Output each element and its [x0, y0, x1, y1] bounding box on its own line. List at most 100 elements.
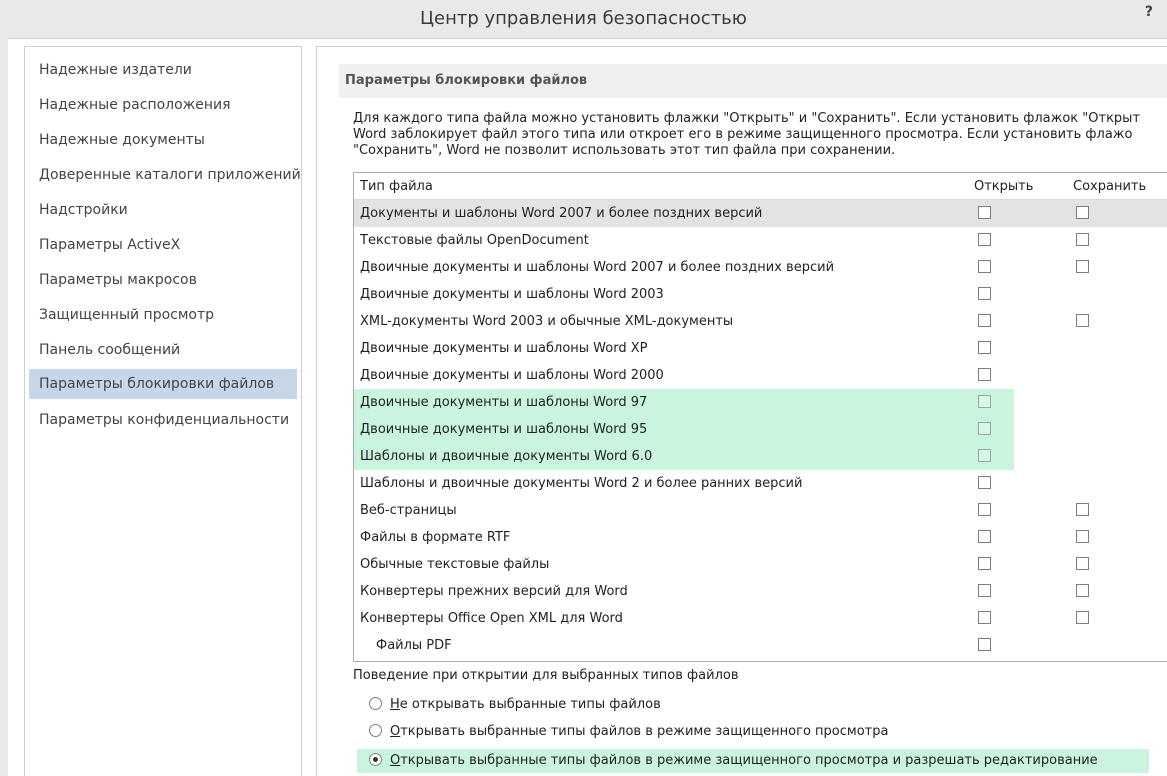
table-row[interactable]: Обычные текстовые файлы [354, 551, 1167, 578]
radio-do-not-open[interactable]: Не открывать выбранные типы файлов [369, 693, 661, 717]
radio-label: ткрывать выбранные типы файлов в режиме … [400, 724, 889, 739]
file-type-name: Двоичные документы и шаблоны Word 2000 [360, 368, 664, 383]
file-type-name: Конвертеры Office Open XML для Word [360, 611, 623, 626]
open-checkbox[interactable] [978, 233, 991, 246]
save-checkbox[interactable] [1076, 503, 1089, 516]
open-checkbox[interactable] [978, 206, 991, 219]
description: Для каждого типа файла можно установить … [353, 111, 1167, 159]
save-checkbox[interactable] [1076, 206, 1089, 219]
save-checkbox[interactable] [1076, 260, 1089, 273]
radio-button[interactable] [369, 753, 382, 766]
sidebar-item-message-bar[interactable]: Панель сообщений [29, 335, 297, 365]
description-line: Для каждого типа файла можно установить … [353, 111, 1141, 126]
file-type-name: Файлы в формате RTF [360, 530, 511, 545]
sidebar-item-activex[interactable]: Параметры ActiveX [29, 230, 297, 260]
sidebar-item-trusted-app-catalogs[interactable]: Доверенные каталоги приложений [29, 160, 301, 190]
save-checkbox[interactable] [1076, 530, 1089, 543]
sidebar-item-macros[interactable]: Параметры макросов [29, 265, 297, 295]
radio-open-protected-view-allow-editing[interactable]: Открывать выбранные типы файлов в режиме… [357, 749, 1149, 773]
window-title: Центр управления безопасностью [420, 8, 747, 29]
save-checkbox[interactable] [1076, 557, 1089, 570]
table-row[interactable]: Двоичные документы и шаблоны Word 2007 и… [354, 254, 1167, 281]
file-type-name: Веб-страницы [360, 503, 457, 518]
sidebar-item-file-block[interactable]: Параметры блокировки файлов [29, 369, 297, 399]
radio-open-protected-view[interactable]: Открывать выбранные типы файлов в режиме… [369, 720, 888, 744]
table-row[interactable]: Конвертеры Office Open XML для Word [354, 605, 1167, 632]
open-checkbox[interactable] [978, 341, 991, 354]
sidebar: Надежные издатели Надежные расположения … [24, 46, 302, 776]
open-checkbox[interactable] [978, 260, 991, 273]
radio-label: е открывать выбранные типы файлов [399, 697, 661, 712]
radio-accesskey: О [390, 753, 401, 768]
file-type-name: XML-документы Word 2003 и обычные XML-до… [360, 314, 734, 329]
table-row[interactable]: XML-документы Word 2003 и обычные XML-до… [354, 308, 1167, 335]
radio-button[interactable] [369, 697, 382, 710]
open-checkbox[interactable] [978, 395, 991, 408]
column-header-open: Открыть [974, 179, 1034, 194]
table-row[interactable]: Двоичные документы и шаблоны Word 97 [354, 389, 1014, 416]
open-checkbox[interactable] [978, 638, 991, 651]
file-type-name: Двоичные документы и шаблоны Word 2003 [360, 287, 664, 302]
open-checkbox[interactable] [978, 503, 991, 516]
file-type-name: Шаблоны и двоичные документы Word 6.0 [360, 449, 653, 464]
file-type-name: Текстовые файлы OpenDocument [360, 233, 589, 248]
open-checkbox[interactable] [978, 584, 991, 597]
table-row[interactable]: Документы и шаблоны Word 2007 и более по… [354, 200, 1167, 227]
table-header: Тип файла Открыть Сохранить [354, 173, 1167, 200]
open-checkbox[interactable] [978, 287, 991, 300]
content-panel: Параметры блокировки файлов Для каждого … [316, 46, 1167, 776]
help-button[interactable]: ? [1145, 4, 1153, 20]
table-row[interactable]: Шаблоны и двоичные документы Word 6.0 [354, 443, 1014, 470]
open-checkbox[interactable] [978, 530, 991, 543]
file-type-name: Шаблоны и двоичные документы Word 2 и бо… [360, 476, 803, 491]
save-checkbox[interactable] [1076, 314, 1089, 327]
file-type-name: Двоичные документы и шаблоны Word XP [360, 341, 648, 356]
table-row[interactable]: Файлы в формате RTF [354, 524, 1167, 551]
title-bar: Центр управления безопасностью ? [0, 0, 1167, 39]
table-row[interactable]: Файлы PDF [354, 632, 1167, 659]
open-checkbox[interactable] [978, 314, 991, 327]
radio-button[interactable] [369, 724, 382, 737]
column-header-type: Тип файла [360, 179, 433, 194]
file-type-name: Обычные текстовые файлы [360, 557, 550, 572]
table-row[interactable]: Двоичные документы и шаблоны Word 2003 [354, 281, 1167, 308]
radio-accesskey: О [390, 724, 401, 739]
radio-label: ткрывать выбранные типы файлов в режиме … [400, 753, 1098, 768]
radio-accesskey: Н [390, 697, 400, 712]
window-frame-left [0, 38, 8, 776]
file-type-name: Файлы PDF [376, 638, 452, 653]
table-row[interactable]: Конвертеры прежних версий для Word [354, 578, 1167, 605]
save-checkbox[interactable] [1076, 611, 1089, 624]
sidebar-item-trusted-publishers[interactable]: Надежные издатели [29, 55, 297, 85]
section-title: Параметры блокировки файлов [339, 64, 1167, 98]
file-type-name: Документы и шаблоны Word 2007 и более по… [360, 206, 763, 221]
file-type-name: Двоичные документы и шаблоны Word 2007 и… [360, 260, 835, 275]
table-row[interactable]: Двоичные документы и шаблоны Word 95 [354, 416, 1014, 443]
open-checkbox[interactable] [978, 476, 991, 489]
open-checkbox[interactable] [978, 368, 991, 381]
description-line: "Сохранить", Word не позволит использова… [353, 143, 896, 158]
sidebar-item-trusted-locations[interactable]: Надежные расположения [29, 90, 297, 120]
open-checkbox[interactable] [978, 449, 991, 462]
table-row[interactable]: Двоичные документы и шаблоны Word 2000 [354, 362, 1167, 389]
file-type-name: Двоичные документы и шаблоны Word 97 [360, 395, 648, 410]
open-checkbox[interactable] [978, 422, 991, 435]
sidebar-item-addins[interactable]: Надстройки [29, 195, 297, 225]
save-checkbox[interactable] [1076, 233, 1089, 246]
description-line: Word заблокирует файл этого типа или отк… [353, 127, 1133, 142]
file-type-table: Тип файла Открыть Сохранить Документы и … [353, 172, 1167, 662]
sidebar-item-protected-view[interactable]: Защищенный просмотр [29, 300, 297, 330]
column-header-save: Сохранить [1073, 179, 1147, 194]
sidebar-item-trusted-documents[interactable]: Надежные документы [29, 125, 297, 155]
table-row[interactable]: Шаблоны и двоичные документы Word 2 и бо… [354, 470, 1167, 497]
open-checkbox[interactable] [978, 557, 991, 570]
open-checkbox[interactable] [978, 611, 991, 624]
table-row[interactable]: Веб-страницы [354, 497, 1167, 524]
table-row[interactable]: Текстовые файлы OpenDocument [354, 227, 1167, 254]
sidebar-item-privacy[interactable]: Параметры конфиденциальности [29, 405, 297, 435]
file-type-name: Конвертеры прежних версий для Word [360, 584, 628, 599]
save-checkbox[interactable] [1076, 584, 1089, 597]
table-row[interactable]: Двоичные документы и шаблоны Word XP [354, 335, 1167, 362]
file-type-name: Двоичные документы и шаблоны Word 95 [360, 422, 648, 437]
behavior-label: Поведение при открытии для выбранных тип… [353, 668, 739, 683]
